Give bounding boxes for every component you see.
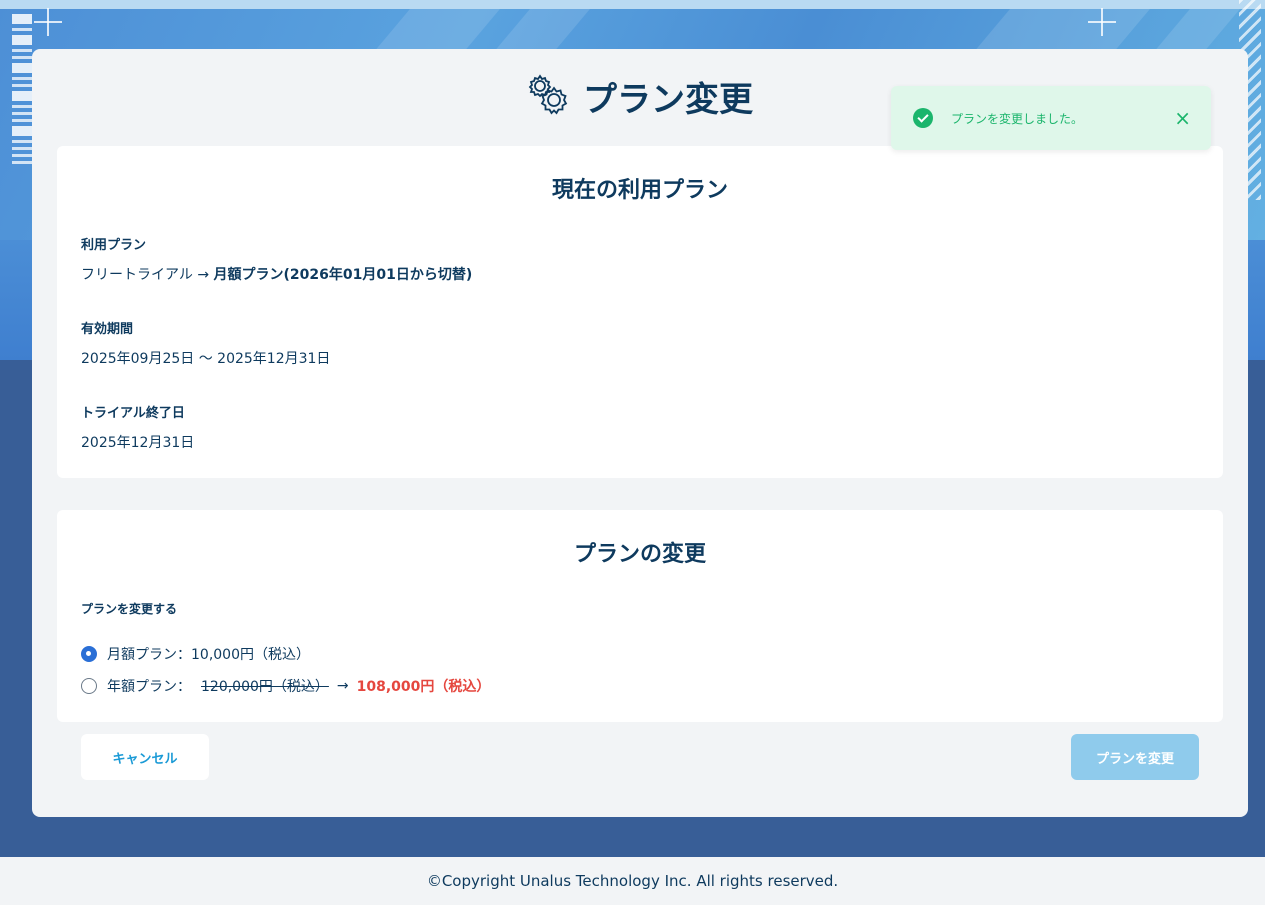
plan-to: 月額プラン(2026年01月01日から切替) — [213, 267, 473, 283]
plan-from: フリートライアル — [81, 267, 193, 283]
top-bar — [0, 0, 1265, 9]
change-plan-label: プランを変更する — [81, 602, 178, 616]
trial-end-value: 2025年12月31日 — [81, 435, 195, 451]
period-label: 有効期間 — [81, 322, 134, 337]
gears-icon — [527, 73, 569, 127]
current-plan-card: 現在の利用プラン 利用プラン フリートライアル → 月額プラン(2026年01月… — [57, 146, 1223, 478]
check-circle-icon — [913, 108, 933, 128]
close-icon[interactable]: × — [1174, 108, 1191, 128]
decorative-lines — [12, 14, 32, 168]
annual-price-arrow: → — [336, 678, 349, 694]
main-panel: プラン変更 現在の利用プラン 利用プラン フリートライアル → 月額プラン(20… — [32, 49, 1248, 817]
plan-option-monthly[interactable]: 月額プラン：10,000円（税込） — [81, 644, 310, 664]
toast-message: プランを変更しました。 — [951, 111, 1084, 126]
annual-original-price: 120,000円（税込） — [201, 679, 329, 695]
change-plan-card: プランの変更 プランを変更する 月額プラン：10,000円（税込） 年額プラン：… — [57, 510, 1223, 722]
change-plan-button[interactable]: プランを変更 — [1071, 734, 1199, 780]
monthly-option-label: 月額プラン：10,000円（税込） — [107, 647, 310, 663]
period-value: 2025年09月25日 〜 2025年12月31日 — [81, 351, 331, 367]
plan-label: 利用プラン — [81, 238, 147, 253]
footer-copyright: ©Copyright Unalus Technology Inc. All ri… — [0, 857, 1265, 905]
annual-discount-price: 108,000円（税込） — [356, 679, 491, 695]
annual-option-label: 年額プラン： — [107, 679, 191, 695]
success-toast: プランを変更しました。 × — [891, 86, 1211, 150]
page-title-text: プラン変更 — [583, 80, 753, 120]
change-plan-title: プランの変更 — [573, 542, 706, 567]
trial-end-label: トライアル終了日 — [81, 406, 185, 421]
plan-value: フリートライアル → 月額プラン(2026年01月01日から切替) — [81, 264, 472, 284]
decorative-plus — [1088, 8, 1116, 36]
decorative-plus — [34, 8, 62, 36]
plan-option-annual[interactable]: 年額プラン： 120,000円（税込） → 108,000円（税込） — [81, 676, 490, 696]
annual-radio[interactable] — [81, 678, 97, 694]
current-plan-title: 現在の利用プラン — [551, 178, 728, 203]
monthly-radio[interactable] — [81, 646, 97, 662]
plan-arrow: → — [197, 267, 210, 283]
cancel-button[interactable]: キャンセル — [81, 734, 209, 780]
